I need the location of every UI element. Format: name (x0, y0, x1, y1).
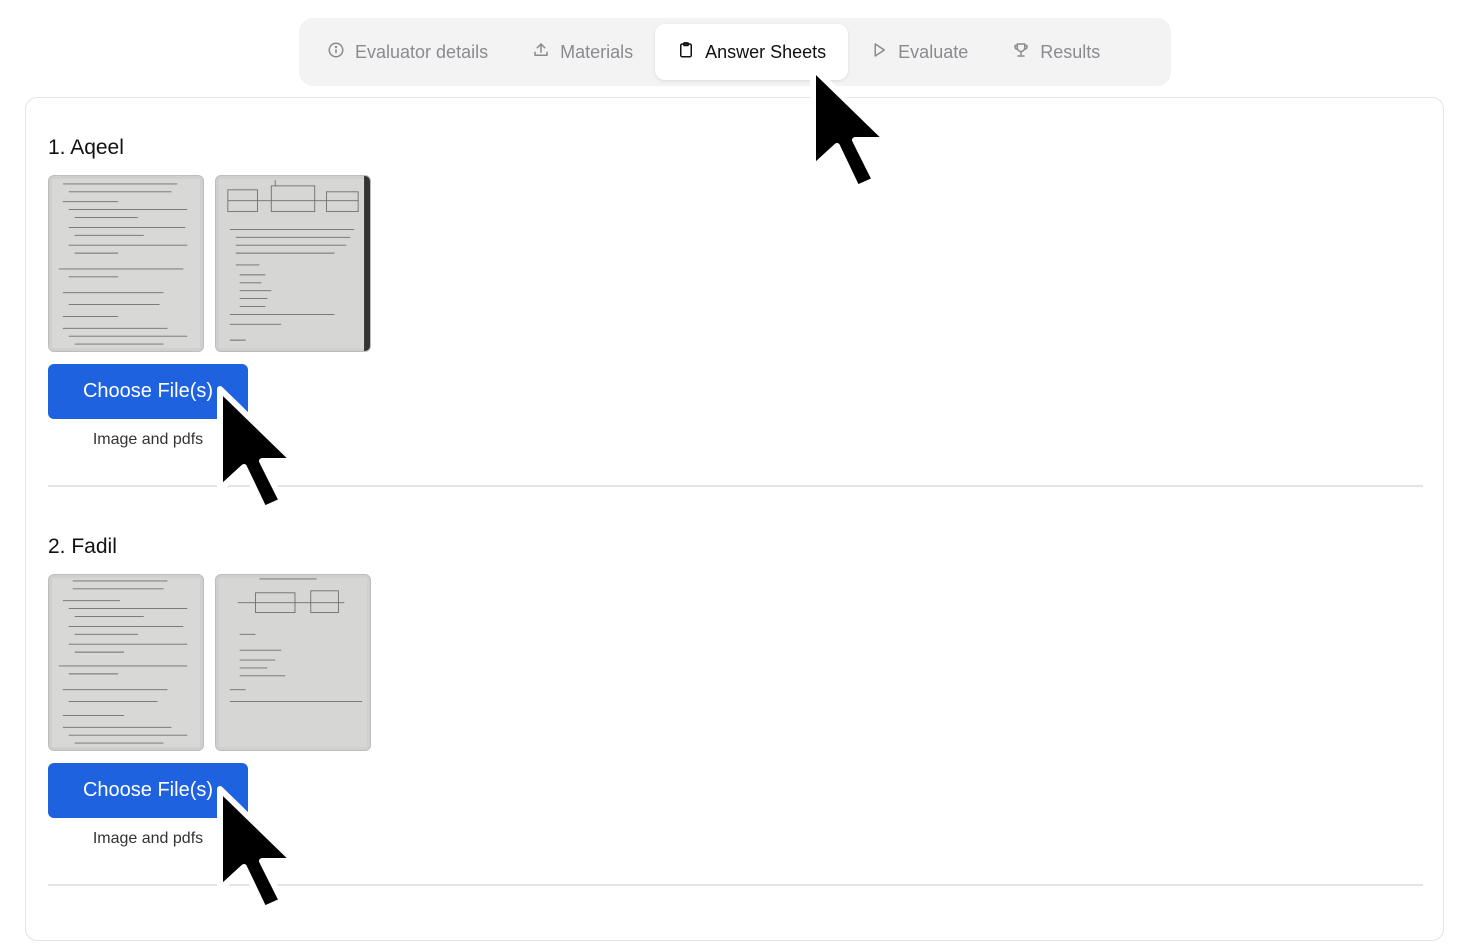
tab-label: Answer Sheets (705, 41, 827, 62)
tab-label: Materials (560, 41, 634, 62)
tab-results[interactable]: Results (990, 24, 1122, 80)
answer-sheet-thumbnail[interactable] (48, 175, 204, 352)
tab-evaluate[interactable]: Evaluate (848, 24, 990, 80)
student-section: 1. Aqeel Choose File(s) Image and pdfs (48, 133, 1423, 449)
tab-bar: Evaluator details Materials Answer Sheet… (299, 18, 1171, 86)
trophy-icon (1012, 41, 1030, 64)
section-divider (48, 884, 1423, 886)
section-divider (48, 485, 1423, 487)
answer-sheet-thumbnail[interactable] (215, 574, 371, 751)
choose-files-button[interactable]: Choose File(s) (48, 763, 248, 818)
tab-label: Evaluate (898, 41, 969, 62)
student-title: 2. Fadil (48, 535, 117, 558)
tab-label: Results (1040, 41, 1101, 62)
info-icon (327, 41, 345, 64)
thumbnail-list (48, 175, 1423, 352)
file-type-hint: Image and pdfs (92, 830, 204, 847)
answer-sheet-thumbnail[interactable] (48, 574, 204, 751)
play-icon (870, 41, 888, 64)
choose-files-button[interactable]: Choose File(s) (48, 364, 248, 419)
file-type-hint: Image and pdfs (92, 431, 204, 448)
student-section: 2. Fadil Choose File(s) Image and pdfs (48, 532, 1423, 848)
answer-sheets-card: 1. Aqeel Choose File(s) Image and pdfs 2… (25, 97, 1444, 941)
thumbnail-list (48, 574, 1423, 751)
answer-sheet-thumbnail[interactable] (215, 175, 371, 352)
upload-icon (532, 41, 550, 64)
tab-materials[interactable]: Materials (510, 24, 655, 80)
clipboard-icon (677, 41, 695, 64)
tab-answer-sheets[interactable]: Answer Sheets (655, 24, 849, 80)
tab-evaluator-details[interactable]: Evaluator details (305, 24, 510, 80)
tab-label: Evaluator details (355, 41, 489, 62)
student-title: 1. Aqeel (48, 136, 124, 159)
